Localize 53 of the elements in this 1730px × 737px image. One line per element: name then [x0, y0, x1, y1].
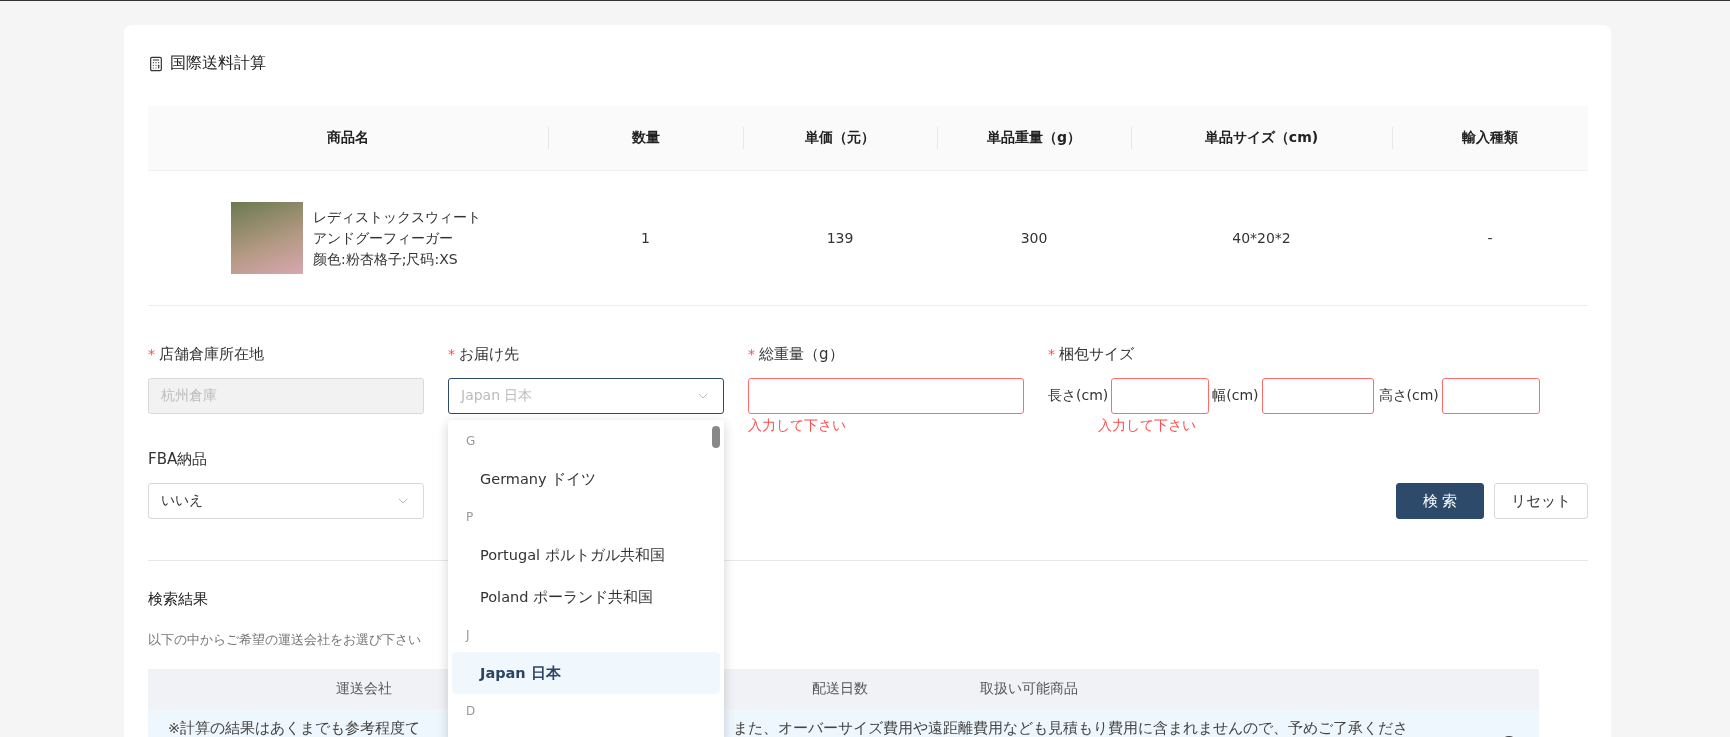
page-title: 国際送料計算	[170, 53, 266, 74]
country-option[interactable]: Germany ドイツ	[452, 458, 720, 500]
dimension-label: 幅(cm)	[1212, 387, 1259, 405]
column-header: 取扱い可能商品	[979, 680, 1078, 698]
fba-select[interactable]: いいえ	[148, 483, 424, 519]
search-button[interactable]: 検 索	[1396, 483, 1484, 519]
column-header: 単価（元）	[743, 106, 937, 171]
field-label: 総重量（g）	[759, 344, 844, 364]
dimension-label: 長さ(cm)	[1048, 387, 1109, 405]
field-label: FBA納品	[148, 449, 208, 469]
photo-placeholder	[231, 202, 303, 274]
table-cell: -	[1487, 230, 1493, 246]
required-mark: *	[148, 346, 155, 362]
notice-text: ※計算の結果はあくまでも参考程度て	[168, 719, 422, 737]
column-header: 単品重量（g）	[937, 106, 1131, 171]
column-header: 配送日数	[812, 680, 868, 698]
table-cell: 139	[826, 230, 854, 246]
dimension-input[interactable]	[1261, 378, 1374, 414]
section-title: 検索結果	[148, 590, 208, 609]
country-option[interactable]: Japan 日本	[452, 652, 720, 694]
calculator-icon	[148, 55, 164, 72]
required-mark: *	[748, 346, 755, 362]
country-option[interactable]: Portugal ポルトガル共和国	[452, 534, 720, 576]
field-label: 店舗倉庫所在地	[159, 344, 264, 364]
error-message: 入力して下さい	[1097, 417, 1197, 435]
error-message: 入力して下さい	[748, 417, 847, 435]
table-cell: 300	[1020, 230, 1048, 246]
dimension-input[interactable]	[1441, 378, 1540, 414]
country-option[interactable]: Poland ポーランド共和国	[452, 576, 720, 618]
dimension-label: 高さ(cm)	[1378, 387, 1439, 405]
reset-button[interactable]: リセット	[1494, 483, 1588, 519]
field-label: 梱包サイズ	[1059, 344, 1134, 364]
field-label: お届け先	[459, 344, 519, 364]
column-header: 運送会社	[336, 680, 392, 698]
product-name: レディストックスウィートアンドグーフィーガー	[313, 207, 482, 248]
table-cell: 1	[641, 230, 650, 246]
notice-text: また、オーバーサイズ費用や遠距離費用なども見積もり費用に含まれませんので、予めご了承くださ	[733, 719, 1408, 737]
hint-text: 以下の中からご希望の運送会社をお選び下さい	[148, 632, 421, 647]
group-letter: G	[466, 434, 476, 448]
product-variant: 颜色:粉杏格子;尺码:XS	[313, 249, 459, 269]
column-header: 輸入種類	[1392, 106, 1588, 171]
group-letter: J	[466, 628, 470, 642]
required-mark: *	[1048, 346, 1055, 362]
group-letter: P	[466, 510, 474, 524]
group-letter: D	[466, 704, 476, 718]
column-header: 商品名	[148, 106, 548, 171]
column-header: 数量	[548, 106, 743, 171]
dimension-input[interactable]	[1111, 378, 1210, 414]
scrollbar-thumb[interactable]	[712, 426, 720, 448]
table-cell: 40*20*2	[1232, 230, 1291, 246]
column-header: 単品サイズ（cm)	[1131, 106, 1392, 171]
required-mark: *	[448, 346, 455, 362]
weight-input[interactable]	[748, 378, 1024, 414]
